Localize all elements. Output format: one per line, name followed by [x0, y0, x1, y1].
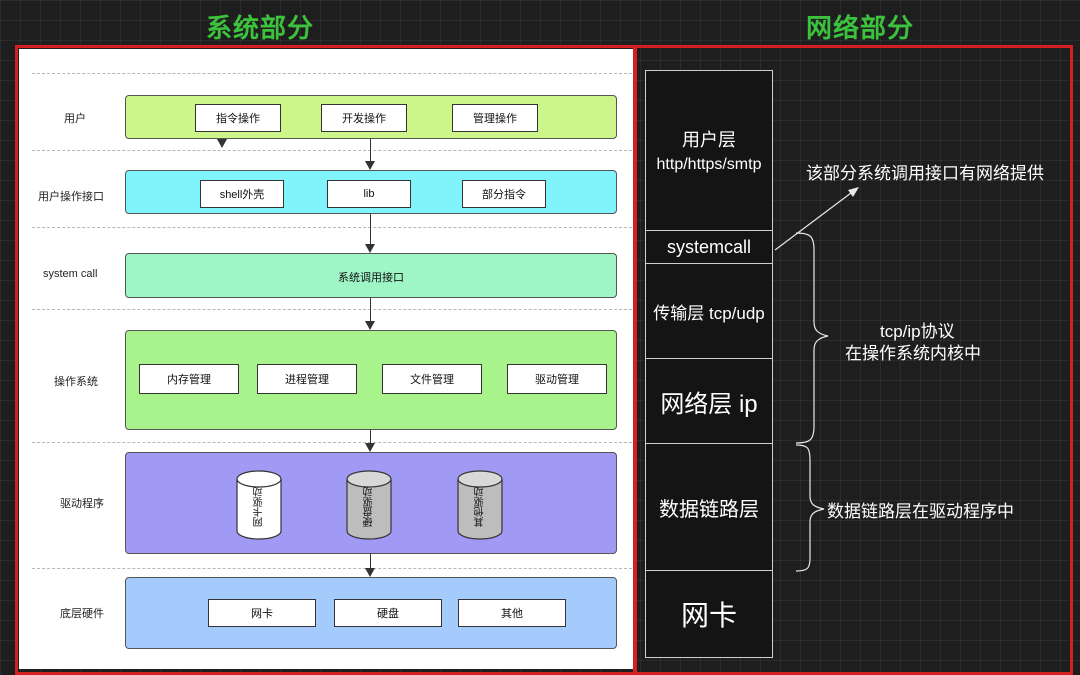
tcpip-brace-icon [795, 232, 829, 444]
tcpip-note-line2: 在操作系统内核中 [845, 344, 981, 363]
syscall-note: 该部分系统调用接口有网络提供 [806, 164, 1044, 183]
arrow-head-icon [848, 187, 859, 197]
datalink-brace-icon [795, 444, 825, 572]
pointer-arrow [774, 189, 856, 251]
datalink-note: 数据链路层在驱动程序中 [827, 502, 1014, 521]
